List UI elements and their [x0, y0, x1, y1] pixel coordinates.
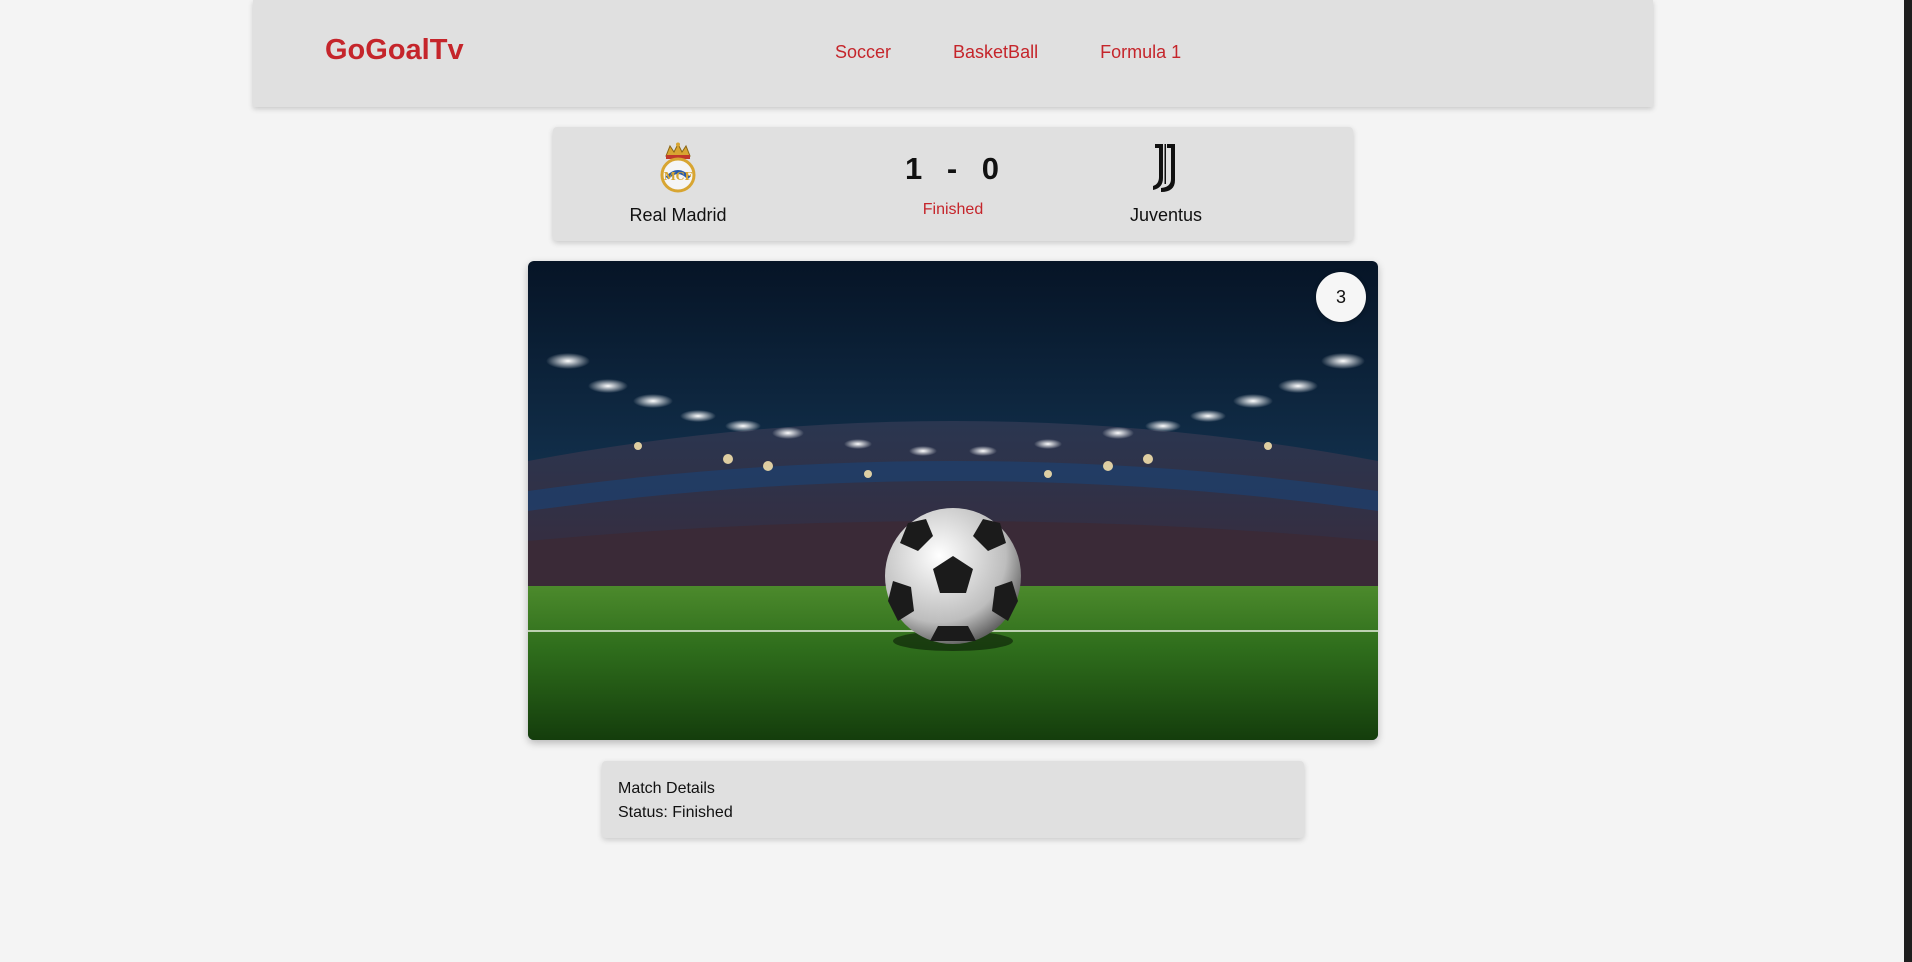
brand-logo[interactable]: GoGoalTv [325, 34, 464, 67]
home-score: 1 [904, 151, 925, 186]
score-card: MCF Real Madrid 1 - 0 Finished Juventus [553, 127, 1353, 241]
image-counter-badge[interactable]: 3 [1316, 272, 1366, 322]
away-score: 0 [981, 151, 1002, 186]
details-status: Status: Finished [618, 804, 733, 821]
nav-soccer[interactable]: Soccer [835, 42, 891, 63]
details-title: Match Details [618, 780, 715, 797]
page: GoGoalTv Soccer BasketBall Formula 1 MCF [0, 0, 1912, 962]
main-nav: Soccer BasketBall Formula 1 [835, 42, 1243, 63]
score-separator: - [946, 151, 960, 186]
home-team: MCF Real Madrid [608, 141, 748, 226]
site-header: GoGoalTv Soccer BasketBall Formula 1 [253, 0, 1653, 107]
juventus-logo-icon [1096, 141, 1236, 195]
window-scrollbar[interactable] [1904, 0, 1912, 962]
real-madrid-crest-icon: MCF [608, 141, 748, 195]
away-team: Juventus [1096, 141, 1236, 226]
nav-basketball[interactable]: BasketBall [953, 42, 1038, 63]
svg-text:MCF: MCF [664, 170, 693, 183]
home-team-name: Real Madrid [629, 205, 727, 225]
score: 1 - 0 [853, 151, 1053, 187]
match-hero-image: 3 [528, 261, 1378, 740]
match-status: Finished [922, 201, 984, 218]
away-team-name: Juventus [1129, 205, 1203, 225]
nav-formula-1[interactable]: Formula 1 [1100, 42, 1181, 63]
match-details-card: Match Details Status: Finished [602, 761, 1304, 838]
